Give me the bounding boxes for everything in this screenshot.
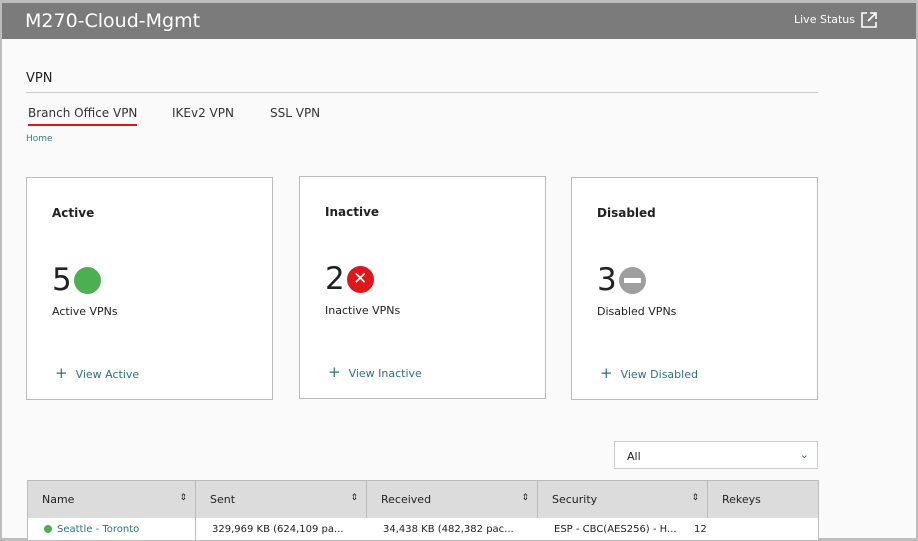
plus-icon: + <box>328 363 341 381</box>
section-title: VPN <box>26 71 818 93</box>
external-link-icon[interactable] <box>860 11 878 29</box>
sort-icon: ⇕ <box>691 493 699 503</box>
column-name[interactable]: Name ⇕ <box>28 481 196 518</box>
table-header: Name ⇕ Sent ⇕ Received ⇕ Security ⇕ Rekeys <box>28 481 818 518</box>
tab-ssl-vpn[interactable]: SSL VPN <box>270 106 320 120</box>
live-status-link[interactable]: Live Status <box>794 13 855 26</box>
vpn-table: Name ⇕ Sent ⇕ Received ⇕ Security ⇕ Rekeys S… <box>27 480 819 541</box>
link-label: View Inactive <box>348 367 422 380</box>
column-security[interactable]: Security ⇕ <box>538 481 708 518</box>
sort-icon: ⇕ <box>350 493 358 503</box>
red-x-circle-icon: ✕ <box>346 265 374 293</box>
header: M270-Cloud-Mgmt Live Status <box>2 3 916 39</box>
app-window: M270-Cloud-Mgmt Live Status VPN Branch O… <box>2 3 916 541</box>
view-disabled-link[interactable]: + View Disabled <box>600 364 698 382</box>
view-active-link[interactable]: + View Active <box>55 364 139 382</box>
disabled-count: 3 <box>597 262 617 298</box>
cell-rekeys: 12 <box>694 523 707 535</box>
gray-minus-circle-icon <box>618 266 646 294</box>
disabled-card: Disabled 3 Disabled VPNs + View Disabled <box>571 177 818 400</box>
sort-icon: ⇕ <box>521 493 529 503</box>
green-circle-icon <box>73 266 101 294</box>
active-count: 5 <box>52 262 72 298</box>
device-title: M270-Cloud-Mgmt <box>25 10 201 32</box>
filter-value: All <box>627 450 641 463</box>
inactive-count: 2 <box>325 261 345 297</box>
inactive-card: Inactive 2 ✕ Inactive VPNs + View Inactive <box>299 176 546 399</box>
plus-icon: + <box>55 364 68 382</box>
card-subtitle: Active VPNs <box>52 305 118 318</box>
cell-security: ESP - CBC(AES256) - H... <box>554 523 677 535</box>
view-inactive-link[interactable]: + View Inactive <box>328 363 422 381</box>
tab-ikev2-vpn[interactable]: IKEv2 VPN <box>172 106 234 120</box>
column-rekeys[interactable]: Rekeys <box>708 481 818 518</box>
card-title: Inactive <box>325 205 380 219</box>
chevron-down-icon: ⌄ <box>799 448 809 461</box>
card-title: Active <box>52 206 95 220</box>
tab-branch-office-vpn[interactable]: Branch Office VPN <box>28 106 138 126</box>
table-row[interactable]: Seattle - Toronto 329,969 KB (624,109 pa… <box>28 518 818 540</box>
card-subtitle: Disabled VPNs <box>597 305 677 318</box>
vpn-name-link[interactable]: Seattle - Toronto <box>28 518 196 540</box>
card-title: Disabled <box>597 206 656 220</box>
link-label: View Active <box>75 368 140 381</box>
status-filter-select[interactable]: All ⌄ <box>614 441 818 469</box>
plus-icon: + <box>600 364 613 382</box>
sort-icon: ⇕ <box>179 493 187 503</box>
column-sent[interactable]: Sent ⇕ <box>196 481 367 518</box>
breadcrumb-home[interactable]: Home <box>26 134 53 144</box>
status-dot-icon <box>44 525 52 533</box>
cell-received: 34,438 KB (482,382 pac... <box>383 523 514 535</box>
link-label: View Disabled <box>620 368 698 381</box>
cell-sent: 329,969 KB (624,109 pa... <box>212 523 344 535</box>
column-received[interactable]: Received ⇕ <box>367 481 538 518</box>
card-subtitle: Inactive VPNs <box>325 304 401 317</box>
active-card: Active 5 Active VPNs + View Active <box>26 177 273 400</box>
